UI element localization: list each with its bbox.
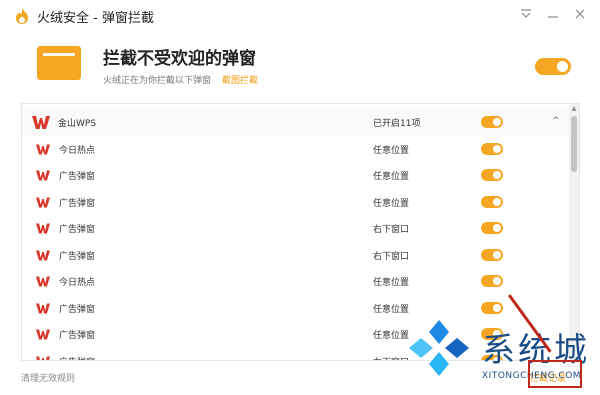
clear-invalid-rules-link[interactable]: 清理无效规则: [21, 371, 75, 384]
item-name: 广告弹窗: [59, 225, 96, 235]
wps-icon: [36, 302, 50, 314]
xitongcheng-logo-icon: [409, 320, 469, 376]
item-name: 广告弹窗: [59, 331, 96, 341]
wps-icon: [36, 170, 50, 181]
list-item[interactable]: 广告弹窗 任意位置: [22, 189, 569, 216]
item-name: 广告弹窗: [59, 304, 96, 315]
minimize-icon[interactable]: [543, 4, 563, 24]
group-status: 已开启11项: [373, 119, 421, 129]
item-position: 右下窗口: [373, 251, 410, 262]
item-toggle[interactable]: [481, 142, 503, 155]
item-toggle[interactable]: [481, 248, 503, 261]
group-toggle[interactable]: [481, 116, 503, 128]
wps-icon: [36, 276, 50, 287]
item-toggle[interactable]: [481, 195, 503, 208]
item-name: 广告弹窗: [59, 355, 95, 361]
item-name: 今日热点: [59, 145, 96, 156]
title-bar: 火绒安全 - 弹窗拦截: [0, 0, 600, 32]
screenshot-intercept-link[interactable]: 截图拦截: [222, 73, 258, 86]
item-position: 右下窗口: [373, 225, 410, 235]
scroll-up-arrow-icon[interactable]: ▲: [570, 105, 578, 113]
wps-icon: [32, 116, 50, 129]
list-item[interactable]: 广告弹窗 右下窗口: [22, 242, 569, 269]
wps-icon: [36, 355, 50, 360]
list-item[interactable]: 广告弹窗 任意位置: [22, 295, 569, 322]
master-toggle[interactable]: [535, 58, 571, 75]
page-subtitle: 火绒正在为你拦截以下弹窗: [103, 76, 212, 86]
list-item[interactable]: 今日热点 任意位置: [22, 136, 569, 163]
close-icon[interactable]: [570, 4, 590, 24]
annotation-highlight-box: [528, 360, 582, 388]
wps-icon: [36, 196, 50, 208]
item-name: 今日热点: [59, 278, 96, 288]
item-toggle[interactable]: [481, 275, 503, 287]
collapse-chevron-icon[interactable]: ^: [552, 116, 560, 126]
wps-icon: [36, 329, 50, 340]
item-toggle[interactable]: [481, 169, 503, 181]
scrollbar-thumb[interactable]: [571, 116, 577, 172]
item-name: 广告弹窗: [59, 198, 96, 209]
huorong-logo-icon: [16, 8, 28, 24]
item-toggle[interactable]: [481, 301, 503, 314]
menu-dropdown-icon[interactable]: [516, 4, 536, 24]
item-position: 任意位置: [373, 278, 410, 288]
wps-icon: [36, 223, 50, 234]
item-name: 广告弹窗: [59, 251, 96, 262]
wps-icon: [36, 249, 50, 261]
list-item[interactable]: 广告弹窗 右下窗口: [22, 215, 569, 242]
group-row-wps[interactable]: 金山WPS 已开启11项 ^: [22, 109, 569, 136]
list-item[interactable]: 今日热点 任意位置: [22, 268, 569, 295]
page-title: 拦截不受欢迎的弹窗: [103, 49, 256, 69]
group-name: 金山WPS: [58, 119, 97, 129]
window-title: 火绒安全 - 弹窗拦截: [37, 11, 154, 26]
scrollbar[interactable]: ▲: [569, 104, 579, 360]
list-item[interactable]: 广告弹窗 任意位置: [22, 162, 569, 189]
item-toggle[interactable]: [481, 222, 503, 234]
header-section: 拦截不受欢迎的弹窗 火绒正在为你拦截以下弹窗 截图拦截: [0, 32, 600, 98]
popup-window-icon: [37, 46, 81, 80]
item-position: 任意位置: [373, 145, 410, 156]
item-name: 广告弹窗: [59, 172, 96, 182]
wps-icon: [36, 143, 50, 155]
item-position: 任意位置: [373, 304, 410, 315]
item-position: 任意位置: [373, 198, 410, 209]
item-position: 任意位置: [373, 172, 410, 182]
